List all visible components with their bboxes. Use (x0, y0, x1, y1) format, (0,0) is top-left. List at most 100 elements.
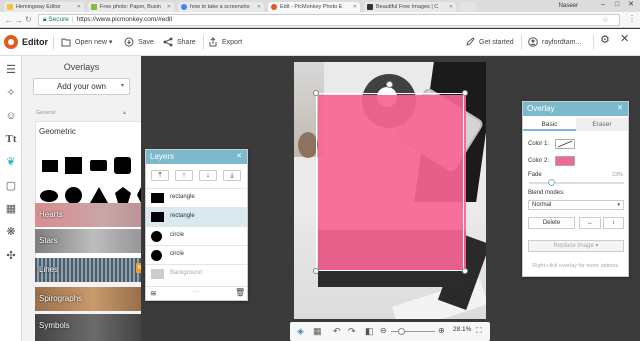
overlays-butterfly-icon[interactable]: ❦ (4, 155, 18, 169)
tab-close-icon[interactable]: ✕ (449, 2, 453, 12)
share-button[interactable]: Share (163, 37, 196, 48)
redo-icon[interactable]: ↷ (348, 325, 356, 337)
delete-button[interactable]: Delete (528, 217, 575, 229)
layer-row[interactable]: circle (146, 245, 247, 264)
url-field[interactable]: 🔒︎ Secure | https://www.picmonkey.com/#edi… (38, 14, 620, 26)
account-menu[interactable]: rayfordtam... (528, 37, 581, 48)
browser-tab[interactable]: Free photo: Paper, Busin ✕ (88, 2, 174, 12)
merge-layers-icon[interactable]: ≋ (150, 289, 157, 298)
overlay-category-symbols[interactable]: Symbols (35, 314, 152, 341)
compare-icon[interactable]: ◧ (365, 325, 374, 337)
tab-basic[interactable]: Basic (523, 118, 576, 131)
picmonkey-logo-icon[interactable] (4, 35, 18, 49)
replace-image-button[interactable]: Replace image ▾ (528, 240, 624, 252)
settings-gear-icon[interactable]: ⚙ (600, 35, 610, 46)
send-backward-icon[interactable]: ↓ (199, 170, 217, 181)
close-icon[interactable]: ✕ (236, 150, 242, 164)
resize-handle[interactable] (462, 268, 468, 274)
tab-close-icon[interactable]: ✕ (77, 2, 81, 12)
resize-handle[interactable] (313, 90, 319, 96)
layer-row[interactable]: circle (146, 226, 247, 245)
browser-menu-icon[interactable]: ⋮ (628, 14, 636, 23)
overlay-category-lines[interactable]: LinesNew (35, 258, 152, 282)
adjust-sliders-icon[interactable]: ☰ (4, 63, 18, 77)
open-new-button[interactable]: Open new ▾ (61, 37, 112, 48)
export-button[interactable]: Export (208, 37, 242, 48)
overlay-category-spirographs[interactable]: Spirographs (35, 287, 152, 311)
overlay-ellipse[interactable] (40, 190, 58, 202)
fullscreen-icon[interactable]: ⛶ (476, 325, 482, 337)
text-icon[interactable]: Tt (4, 132, 18, 146)
trash-icon[interactable]: 🗑︎ (235, 288, 245, 297)
more-options-icon[interactable]: ⋯ (192, 288, 199, 296)
touch-up-face-icon[interactable]: ☺ (4, 109, 18, 123)
flip-horizontal-icon[interactable]: ↔ (579, 217, 601, 229)
close-icon[interactable]: ✕ (617, 102, 623, 116)
resize-handle[interactable] (313, 268, 319, 274)
overlay-category-stars[interactable]: Stars (35, 229, 152, 253)
tab-close-icon[interactable]: ✕ (353, 2, 357, 12)
undo-icon[interactable]: ↶ (333, 325, 341, 337)
resize-handle[interactable] (462, 90, 468, 96)
frames-icon[interactable]: ▢ (4, 179, 18, 193)
bookmark-star-icon[interactable]: ☆ (602, 15, 609, 25)
reload-icon[interactable]: ↻ (25, 15, 32, 25)
close-editor-icon[interactable]: ✕ (620, 34, 629, 45)
overlay-rectangle[interactable] (42, 160, 58, 172)
overlay-square[interactable] (65, 157, 82, 174)
chevron-up-icon[interactable]: ▴ (123, 109, 126, 116)
close-window-icon[interactable]: ✕ (624, 0, 638, 10)
save-button[interactable]: Save (124, 37, 154, 48)
send-to-back-icon[interactable]: ⤓ (223, 170, 241, 181)
overlay-category-hearts[interactable]: Hearts (35, 203, 152, 227)
zoom-out-icon[interactable]: ⊖ (380, 325, 387, 337)
browser-profile-name[interactable]: Naseer (559, 1, 578, 11)
bring-forward-icon[interactable]: ↑ (175, 170, 193, 181)
layer-row[interactable]: rectangle (146, 188, 247, 207)
overlay-circle[interactable] (65, 187, 82, 204)
color1-swatch[interactable] (555, 139, 575, 149)
share-icon (163, 37, 173, 47)
fade-slider-knob[interactable] (548, 179, 555, 186)
browser-tab[interactable]: Beautiful Free Images | C ✕ (364, 2, 456, 12)
overlay-triangle[interactable] (90, 187, 108, 203)
textures-icon[interactable]: ▦ (4, 202, 18, 216)
effects-wand-icon[interactable]: ✧ (4, 86, 18, 100)
overlay-rounded-rect[interactable] (90, 160, 107, 171)
seasonal-icon[interactable]: ✣ (4, 249, 18, 263)
maximize-icon[interactable]: □ (610, 0, 624, 10)
layers-toggle-icon[interactable]: ◈ (297, 325, 304, 337)
flip-vertical-icon[interactable]: ↕ (603, 217, 624, 229)
back-icon[interactable]: ← (4, 15, 13, 25)
color2-swatch[interactable] (555, 156, 575, 166)
layer-row[interactable]: Background (146, 264, 247, 283)
add-your-own-button[interactable]: Add your own ▾ (33, 78, 130, 95)
zoom-in-icon[interactable]: ⊕ (438, 325, 445, 337)
rotate-handle[interactable] (386, 81, 393, 88)
minimize-icon[interactable]: – (596, 0, 610, 10)
zoom-level: 28.1% (453, 326, 472, 333)
tab-eraser[interactable]: Eraser (576, 118, 628, 131)
fade-slider-track[interactable] (529, 182, 624, 184)
tab-close-icon[interactable]: ✕ (257, 2, 261, 12)
browser-tab[interactable]: Hemingway Editor ✕ (4, 2, 84, 12)
grid-icon[interactable]: ▦ (313, 325, 322, 337)
get-started-button[interactable]: Get started (465, 37, 514, 48)
browser-tab[interactable]: how to take a screensho ✕ (178, 2, 264, 12)
overlay-header[interactable]: Overlay ✕ (523, 102, 628, 116)
photo-canvas[interactable] (294, 62, 486, 319)
layers-header[interactable]: Layers ✕ (146, 150, 247, 164)
themes-icon[interactable]: ❋ (4, 225, 18, 239)
bring-to-front-icon[interactable]: ⤒ (151, 170, 169, 181)
forward-icon[interactable]: → (14, 15, 23, 25)
overlay-pentagon[interactable] (114, 186, 132, 204)
new-tab-button[interactable] (460, 2, 476, 12)
color1-label: Color 1: (528, 141, 550, 147)
browser-tab-active[interactable]: Edit - PicMonkey Photo E ✕ (268, 2, 360, 12)
selection-box[interactable] (316, 93, 464, 271)
overlay-rounded-square[interactable] (114, 157, 131, 174)
blend-mode-select[interactable]: Normal ▾ (528, 200, 624, 210)
tab-close-icon[interactable]: ✕ (167, 2, 171, 12)
layer-row-selected[interactable]: rectangle (146, 207, 247, 226)
zoom-slider-knob[interactable] (398, 328, 405, 335)
